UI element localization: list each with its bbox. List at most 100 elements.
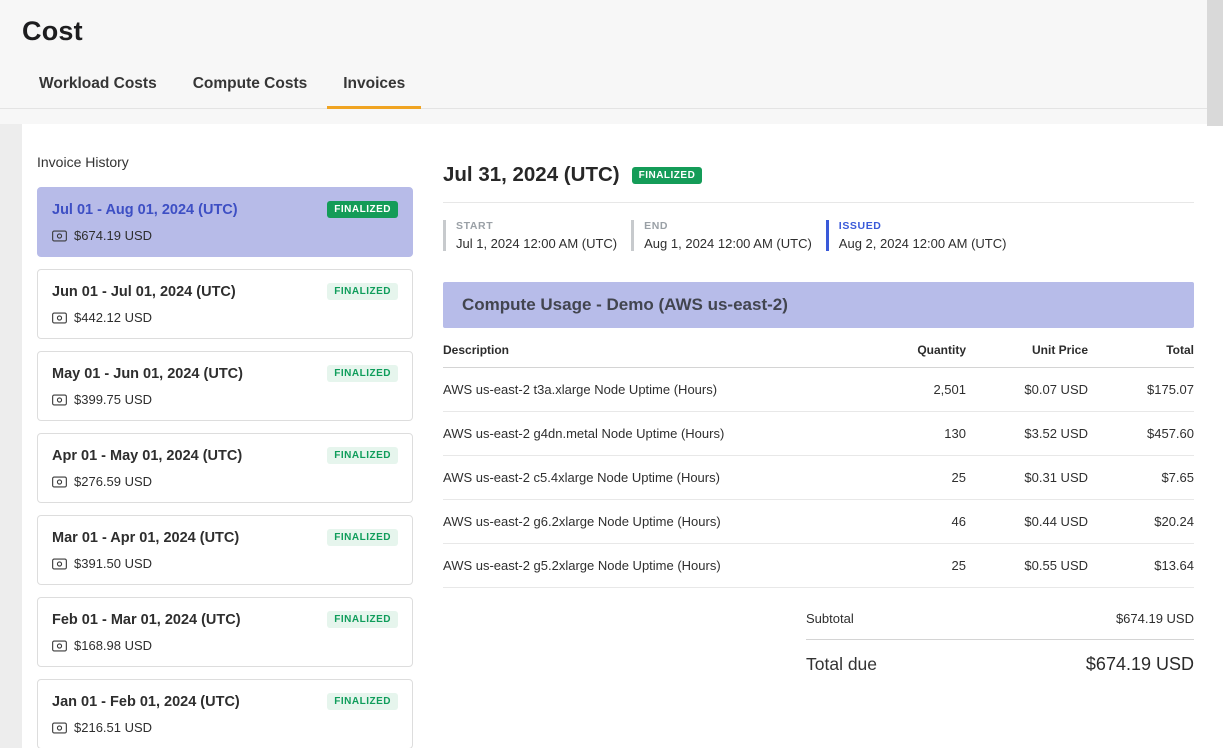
invoice-period: Apr 01 - May 01, 2024 (UTC) bbox=[52, 448, 242, 464]
column-header-description: Description bbox=[443, 328, 741, 368]
invoice-card[interactable]: Jan 01 - Feb 01, 2024 (UTC) FINALIZED $2… bbox=[37, 679, 413, 748]
invoice-card[interactable]: Jul 01 - Aug 01, 2024 (UTC) FINALIZED $6… bbox=[37, 187, 413, 257]
invoice-status-badge: FINALIZED bbox=[327, 611, 398, 628]
invoice-period: Jul 01 - Aug 01, 2024 (UTC) bbox=[52, 202, 238, 218]
meta-issued-value: Aug 2, 2024 12:00 AM (UTC) bbox=[839, 236, 1007, 251]
usage-table: Description Quantity Unit Price Total AW… bbox=[443, 328, 1194, 588]
usage-table-body: AWS us-east-2 t3a.xlarge Node Uptime (Ho… bbox=[443, 368, 1194, 588]
invoice-status-badge: FINALIZED bbox=[327, 693, 398, 710]
meta-issued: ISSUED Aug 2, 2024 12:00 AM (UTC) bbox=[826, 220, 1007, 251]
column-header-quantity: Quantity bbox=[741, 328, 966, 368]
cell-total: $13.64 bbox=[1088, 544, 1194, 588]
meta-start-label: START bbox=[456, 220, 617, 232]
invoice-status-badge: FINALIZED bbox=[327, 447, 398, 464]
cell-quantity: 130 bbox=[741, 412, 966, 456]
invoice-meta-row: START Jul 1, 2024 12:00 AM (UTC) END Aug… bbox=[443, 220, 1194, 251]
cell-description: AWS us-east-2 g5.2xlarge Node Uptime (Ho… bbox=[443, 544, 741, 588]
subtotal-row: Subtotal $674.19 USD bbox=[806, 598, 1194, 640]
invoice-card[interactable]: Jun 01 - Jul 01, 2024 (UTC) FINALIZED $4… bbox=[37, 269, 413, 339]
invoice-amount: $674.19 USD bbox=[74, 228, 152, 243]
cell-total: $175.07 bbox=[1088, 368, 1194, 412]
usage-table-row: AWS us-east-2 t3a.xlarge Node Uptime (Ho… bbox=[443, 368, 1194, 412]
meta-end: END Aug 1, 2024 12:00 AM (UTC) bbox=[631, 220, 812, 251]
total-due-value: $674.19 USD bbox=[1086, 654, 1194, 675]
cell-unit-price: $0.07 USD bbox=[966, 368, 1088, 412]
invoice-amount: $276.59 USD bbox=[74, 474, 152, 489]
cell-unit-price: $0.44 USD bbox=[966, 500, 1088, 544]
cell-unit-price: $0.55 USD bbox=[966, 544, 1088, 588]
divider bbox=[443, 202, 1194, 203]
compute-usage-section-header: Compute Usage - Demo (AWS us-east-2) bbox=[443, 282, 1194, 328]
invoice-card[interactable]: Mar 01 - Apr 01, 2024 (UTC) FINALIZED $3… bbox=[37, 515, 413, 585]
usage-table-row: AWS us-east-2 g6.2xlarge Node Uptime (Ho… bbox=[443, 500, 1194, 544]
cell-quantity: 46 bbox=[741, 500, 966, 544]
invoice-card[interactable]: Feb 01 - Mar 01, 2024 (UTC) FINALIZED $1… bbox=[37, 597, 413, 667]
money-icon bbox=[52, 312, 67, 324]
content-area: Invoice History Jul 01 - Aug 01, 2024 (U… bbox=[0, 124, 1223, 748]
invoice-detail-panel: Jul 31, 2024 (UTC) FINALIZED START Jul 1… bbox=[432, 124, 1223, 748]
meta-start: START Jul 1, 2024 12:00 AM (UTC) bbox=[443, 220, 617, 251]
cell-description: AWS us-east-2 c5.4xlarge Node Uptime (Ho… bbox=[443, 456, 741, 500]
total-due-row: Total due $674.19 USD bbox=[806, 640, 1194, 689]
invoice-period: Feb 01 - Mar 01, 2024 (UTC) bbox=[52, 612, 241, 628]
scrollbar-track[interactable] bbox=[1207, 0, 1223, 126]
invoice-history-title: Invoice History bbox=[37, 154, 413, 170]
subtotal-label: Subtotal bbox=[806, 611, 854, 626]
meta-issued-label: ISSUED bbox=[839, 220, 1007, 232]
usage-table-row: AWS us-east-2 c5.4xlarge Node Uptime (Ho… bbox=[443, 456, 1194, 500]
cell-description: AWS us-east-2 g4dn.metal Node Uptime (Ho… bbox=[443, 412, 741, 456]
column-header-total: Total bbox=[1088, 328, 1194, 368]
invoice-amount: $399.75 USD bbox=[74, 392, 152, 407]
invoice-amount: $168.98 USD bbox=[74, 638, 152, 653]
tab-compute-costs[interactable]: Compute Costs bbox=[191, 75, 310, 108]
cell-total: $457.60 bbox=[1088, 412, 1194, 456]
subtotal-value: $674.19 USD bbox=[1116, 611, 1194, 626]
invoice-amount: $442.12 USD bbox=[74, 310, 152, 325]
money-icon bbox=[52, 640, 67, 652]
totals-section: Subtotal $674.19 USD Total due $674.19 U… bbox=[806, 598, 1194, 689]
invoice-period: May 01 - Jun 01, 2024 (UTC) bbox=[52, 366, 243, 382]
invoice-detail-status-badge: FINALIZED bbox=[632, 167, 703, 184]
usage-table-header-row: Description Quantity Unit Price Total bbox=[443, 328, 1194, 368]
meta-end-label: END bbox=[644, 220, 812, 232]
cell-total: $7.65 bbox=[1088, 456, 1194, 500]
invoice-status-badge: FINALIZED bbox=[327, 283, 398, 300]
page-header: Cost Workload Costs Compute Costs Invoic… bbox=[0, 0, 1223, 124]
invoice-card[interactable]: Apr 01 - May 01, 2024 (UTC) FINALIZED $2… bbox=[37, 433, 413, 503]
invoice-status-badge: FINALIZED bbox=[327, 365, 398, 382]
cell-quantity: 25 bbox=[741, 456, 966, 500]
money-icon bbox=[52, 722, 67, 734]
money-icon bbox=[52, 558, 67, 570]
page-title: Cost bbox=[22, 16, 1223, 47]
tab-bar: Workload Costs Compute Costs Invoices bbox=[0, 75, 1223, 109]
invoice-amount: $216.51 USD bbox=[74, 720, 152, 735]
cell-quantity: 2,501 bbox=[741, 368, 966, 412]
invoice-detail-header: Jul 31, 2024 (UTC) FINALIZED bbox=[443, 163, 1194, 187]
invoice-period: Jan 01 - Feb 01, 2024 (UTC) bbox=[52, 694, 240, 710]
meta-start-value: Jul 1, 2024 12:00 AM (UTC) bbox=[456, 236, 617, 251]
meta-end-value: Aug 1, 2024 12:00 AM (UTC) bbox=[644, 236, 812, 251]
invoice-list: Jul 01 - Aug 01, 2024 (UTC) FINALIZED $6… bbox=[37, 187, 413, 748]
tab-invoices[interactable]: Invoices bbox=[341, 75, 407, 108]
invoice-amount: $391.50 USD bbox=[74, 556, 152, 571]
total-due-label: Total due bbox=[806, 654, 877, 675]
invoice-history-panel: Invoice History Jul 01 - Aug 01, 2024 (U… bbox=[22, 124, 432, 748]
cell-unit-price: $3.52 USD bbox=[966, 412, 1088, 456]
cell-description: AWS us-east-2 g6.2xlarge Node Uptime (Ho… bbox=[443, 500, 741, 544]
invoice-period: Mar 01 - Apr 01, 2024 (UTC) bbox=[52, 530, 239, 546]
tab-workload-costs[interactable]: Workload Costs bbox=[37, 75, 159, 108]
usage-table-row: AWS us-east-2 g4dn.metal Node Uptime (Ho… bbox=[443, 412, 1194, 456]
cell-unit-price: $0.31 USD bbox=[966, 456, 1088, 500]
invoice-period: Jun 01 - Jul 01, 2024 (UTC) bbox=[52, 284, 236, 300]
money-icon bbox=[52, 394, 67, 406]
usage-table-row: AWS us-east-2 g5.2xlarge Node Uptime (Ho… bbox=[443, 544, 1194, 588]
money-icon bbox=[52, 476, 67, 488]
invoice-detail-title: Jul 31, 2024 (UTC) bbox=[443, 163, 620, 187]
invoice-status-badge: FINALIZED bbox=[327, 529, 398, 546]
cell-quantity: 25 bbox=[741, 544, 966, 588]
invoice-card[interactable]: May 01 - Jun 01, 2024 (UTC) FINALIZED $3… bbox=[37, 351, 413, 421]
money-icon bbox=[52, 230, 67, 242]
column-header-unit-price: Unit Price bbox=[966, 328, 1088, 368]
cell-description: AWS us-east-2 t3a.xlarge Node Uptime (Ho… bbox=[443, 368, 741, 412]
invoice-status-badge: FINALIZED bbox=[327, 201, 398, 218]
